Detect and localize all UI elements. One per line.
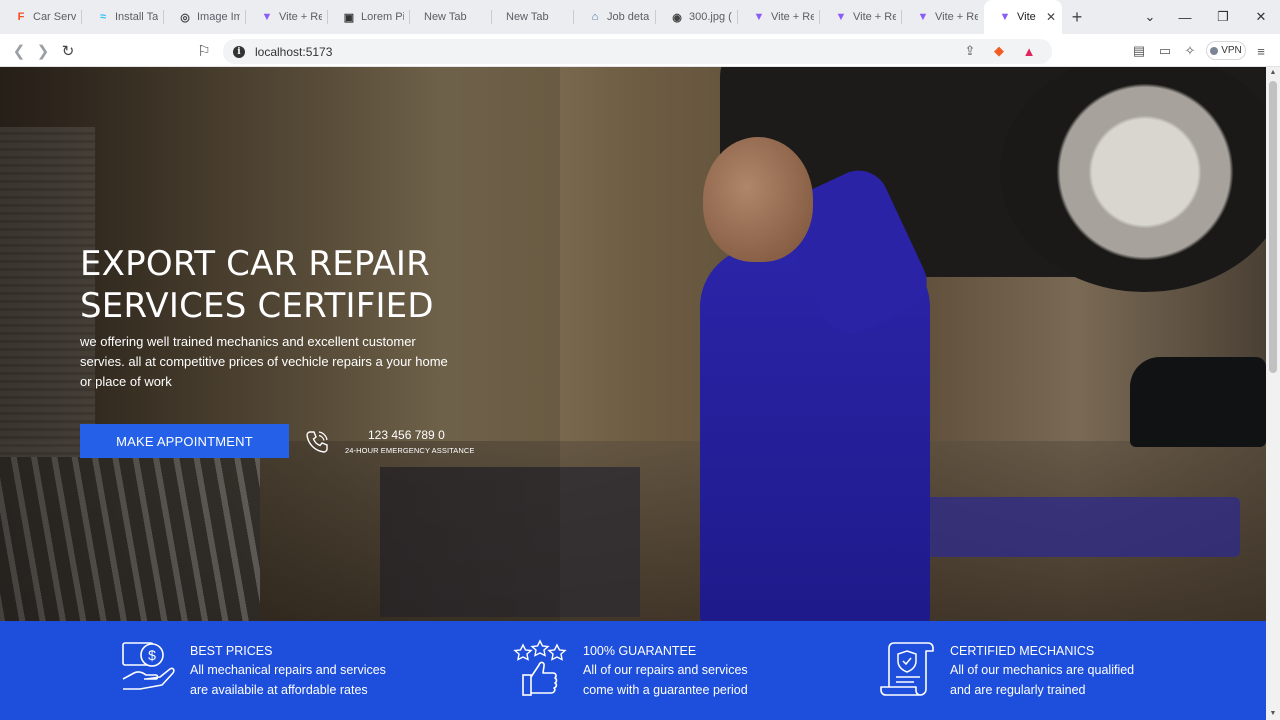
vite-icon: ▼ <box>835 11 847 23</box>
thumbs-up-stars-icon <box>513 639 567 696</box>
leo-ai-icon[interactable]: ✧ <box>1182 43 1198 59</box>
tab-label: 300.jpg ( <box>689 11 732 23</box>
tab-4[interactable]: ▣ Lorem Pi <box>328 0 410 34</box>
briefcase-icon: ⌂ <box>591 11 599 23</box>
tab-0[interactable]: F Car Servic <box>0 0 82 34</box>
feature-description: All of our repairs and services come wit… <box>583 660 803 700</box>
tab-2[interactable]: ◎ Image Im <box>164 0 246 34</box>
vite-icon: ▼ <box>917 11 929 23</box>
image-icon: ▣ <box>343 11 355 24</box>
feature-description-line-2: are availabile at affordable rates <box>190 683 368 697</box>
globe-icon: ◉ <box>672 11 682 24</box>
tab-1[interactable]: ≈ Install Tai <box>82 0 164 34</box>
feature-certified-mechanics: CERTIFIED MECHANICS All of our mechanics… <box>880 639 1170 700</box>
brave-shield-icon[interactable]: ◆ <box>991 43 1007 59</box>
vite-icon: ▼ <box>753 11 765 23</box>
tab-10[interactable]: ▼ Vite + Re <box>820 0 902 34</box>
wallet-icon[interactable]: ▭ <box>1157 43 1173 59</box>
tab-7[interactable]: ⌂ Job detai <box>574 0 656 34</box>
tab-9[interactable]: ▼ Vite + Re <box>738 0 820 34</box>
feature-description-line-1: All of our repairs and services <box>583 663 748 677</box>
url-text: localhost:5173 <box>255 44 333 59</box>
menu-icon[interactable]: ≡ <box>1253 43 1269 59</box>
tab-6[interactable]: New Tab <box>492 0 574 34</box>
share-icon[interactable]: ⇪ <box>962 43 978 59</box>
hero-title-line-2: SERVICES CERTIFIED <box>80 286 434 326</box>
tailwind-icon: ≈ <box>99 11 107 23</box>
feature-description: All mechanical repairs and services are … <box>190 660 410 700</box>
tab-3[interactable]: ▼ Vite + Re <box>246 0 328 34</box>
tab-strip: F Car Servic ≈ Install Tai ◎ Image Im ▼ … <box>0 0 1280 34</box>
tab-search-chevron-icon[interactable]: ⌄ <box>1131 0 1169 34</box>
vpn-label: VPN <box>1221 45 1242 56</box>
hero-title: EXPORT CAR REPAIR SERVICES CERTIFIED <box>80 243 500 327</box>
tab-label: Image Im <box>197 11 240 23</box>
tab-label: Car Servic <box>33 11 76 23</box>
tab-label: Vite + Re <box>935 11 978 23</box>
tab-label: New Tab <box>424 11 467 23</box>
page-scrollbar[interactable]: ▲ ▼ <box>1266 67 1280 720</box>
tab-label: Lorem Pi <box>361 11 404 23</box>
forward-button[interactable]: ❯ <box>32 40 54 62</box>
money-hand-icon: $ <box>122 642 175 690</box>
tab-active[interactable]: ▼ Vite ✕ <box>984 0 1062 34</box>
hero-section: EXPORT CAR REPAIR SERVICES CERTIFIED we … <box>0 67 1266 621</box>
feature-description: All of our mechanics are qualified and a… <box>950 660 1170 700</box>
vpn-button[interactable]: VPN <box>1206 41 1246 60</box>
feature-description-line-2: and are regularly trained <box>950 683 1086 697</box>
tab-label: Vite <box>1017 11 1036 23</box>
vpn-status-icon <box>1210 46 1219 55</box>
tab-11[interactable]: ▼ Vite + Re <box>902 0 984 34</box>
tab-label: Vite + Re <box>771 11 814 23</box>
tab-label: Install Tai <box>115 11 158 23</box>
make-appointment-button[interactable]: MAKE APPOINTMENT <box>80 424 289 458</box>
feature-best-prices: $ BEST PRICES All mechanical repairs and… <box>120 639 410 700</box>
vite-icon: ▼ <box>999 11 1011 23</box>
globe-icon: ◎ <box>180 11 190 24</box>
tab-5[interactable]: New Tab <box>410 0 492 34</box>
hero-title-line-1: EXPORT CAR REPAIR <box>80 244 430 284</box>
address-toolbar: ❮ ❯ ↻ ⚐ i localhost:5173 ⇪ ◆ ▲ ▤ ▭ ✧ ≡ <box>0 34 1280 67</box>
close-icon[interactable]: ✕ <box>1046 10 1056 24</box>
tab-label: Job detai <box>607 11 650 23</box>
tab-label: New Tab <box>506 11 549 23</box>
back-button[interactable]: ❮ <box>8 40 30 62</box>
maximize-button[interactable]: ❐ <box>1204 0 1242 34</box>
scrollbar-thumb[interactable] <box>1269 81 1277 373</box>
certificate-icon <box>880 642 934 696</box>
feature-title: 100% GUARANTEE <box>583 644 697 658</box>
scroll-down-arrow-icon[interactable]: ▼ <box>1269 710 1277 718</box>
page-viewport: EXPORT CAR REPAIR SERVICES CERTIFIED we … <box>0 67 1266 720</box>
tab-label: Vite + Re <box>853 11 896 23</box>
phone-icon <box>306 431 328 453</box>
tab-8[interactable]: ◉ 300.jpg ( <box>656 0 738 34</box>
reload-button[interactable]: ↻ <box>57 40 79 62</box>
phone-caption: 24-HOUR EMERGENCY ASSITANCE <box>345 446 475 455</box>
features-bar: $ BEST PRICES All mechanical repairs and… <box>0 621 1266 720</box>
brave-rewards-icon[interactable]: ▲ <box>1021 43 1037 59</box>
feature-title: CERTIFIED MECHANICS <box>950 644 1095 658</box>
address-bar[interactable]: i localhost:5173 <box>223 39 1052 64</box>
tab-label: Vite + Re <box>279 11 322 23</box>
hero-description: we offering well trained mechanics and e… <box>80 334 448 389</box>
feature-description-line-1: All mechanical repairs and services <box>190 663 386 677</box>
feature-title: BEST PRICES <box>190 644 273 658</box>
svg-text:$: $ <box>148 647 156 663</box>
new-tab-button[interactable]: + <box>1062 0 1092 34</box>
phone-number: 123 456 789 0 <box>368 428 445 442</box>
figma-icon: F <box>17 11 25 23</box>
sidebar-icon[interactable]: ▤ <box>1131 43 1147 59</box>
feature-guarantee: 100% GUARANTEE All of our repairs and se… <box>513 639 803 700</box>
site-info-icon[interactable]: i <box>233 45 245 58</box>
feature-description-line-1: All of our mechanics are qualified <box>950 663 1135 677</box>
bookmark-icon[interactable]: ⚐ <box>193 40 215 62</box>
scroll-up-arrow-icon[interactable]: ▲ <box>1269 69 1277 77</box>
close-window-button[interactable]: ✕ <box>1242 0 1280 34</box>
vite-icon: ▼ <box>261 11 273 23</box>
feature-description-line-2: come with a guarantee period <box>583 683 748 697</box>
minimize-button[interactable]: — <box>1166 0 1204 34</box>
